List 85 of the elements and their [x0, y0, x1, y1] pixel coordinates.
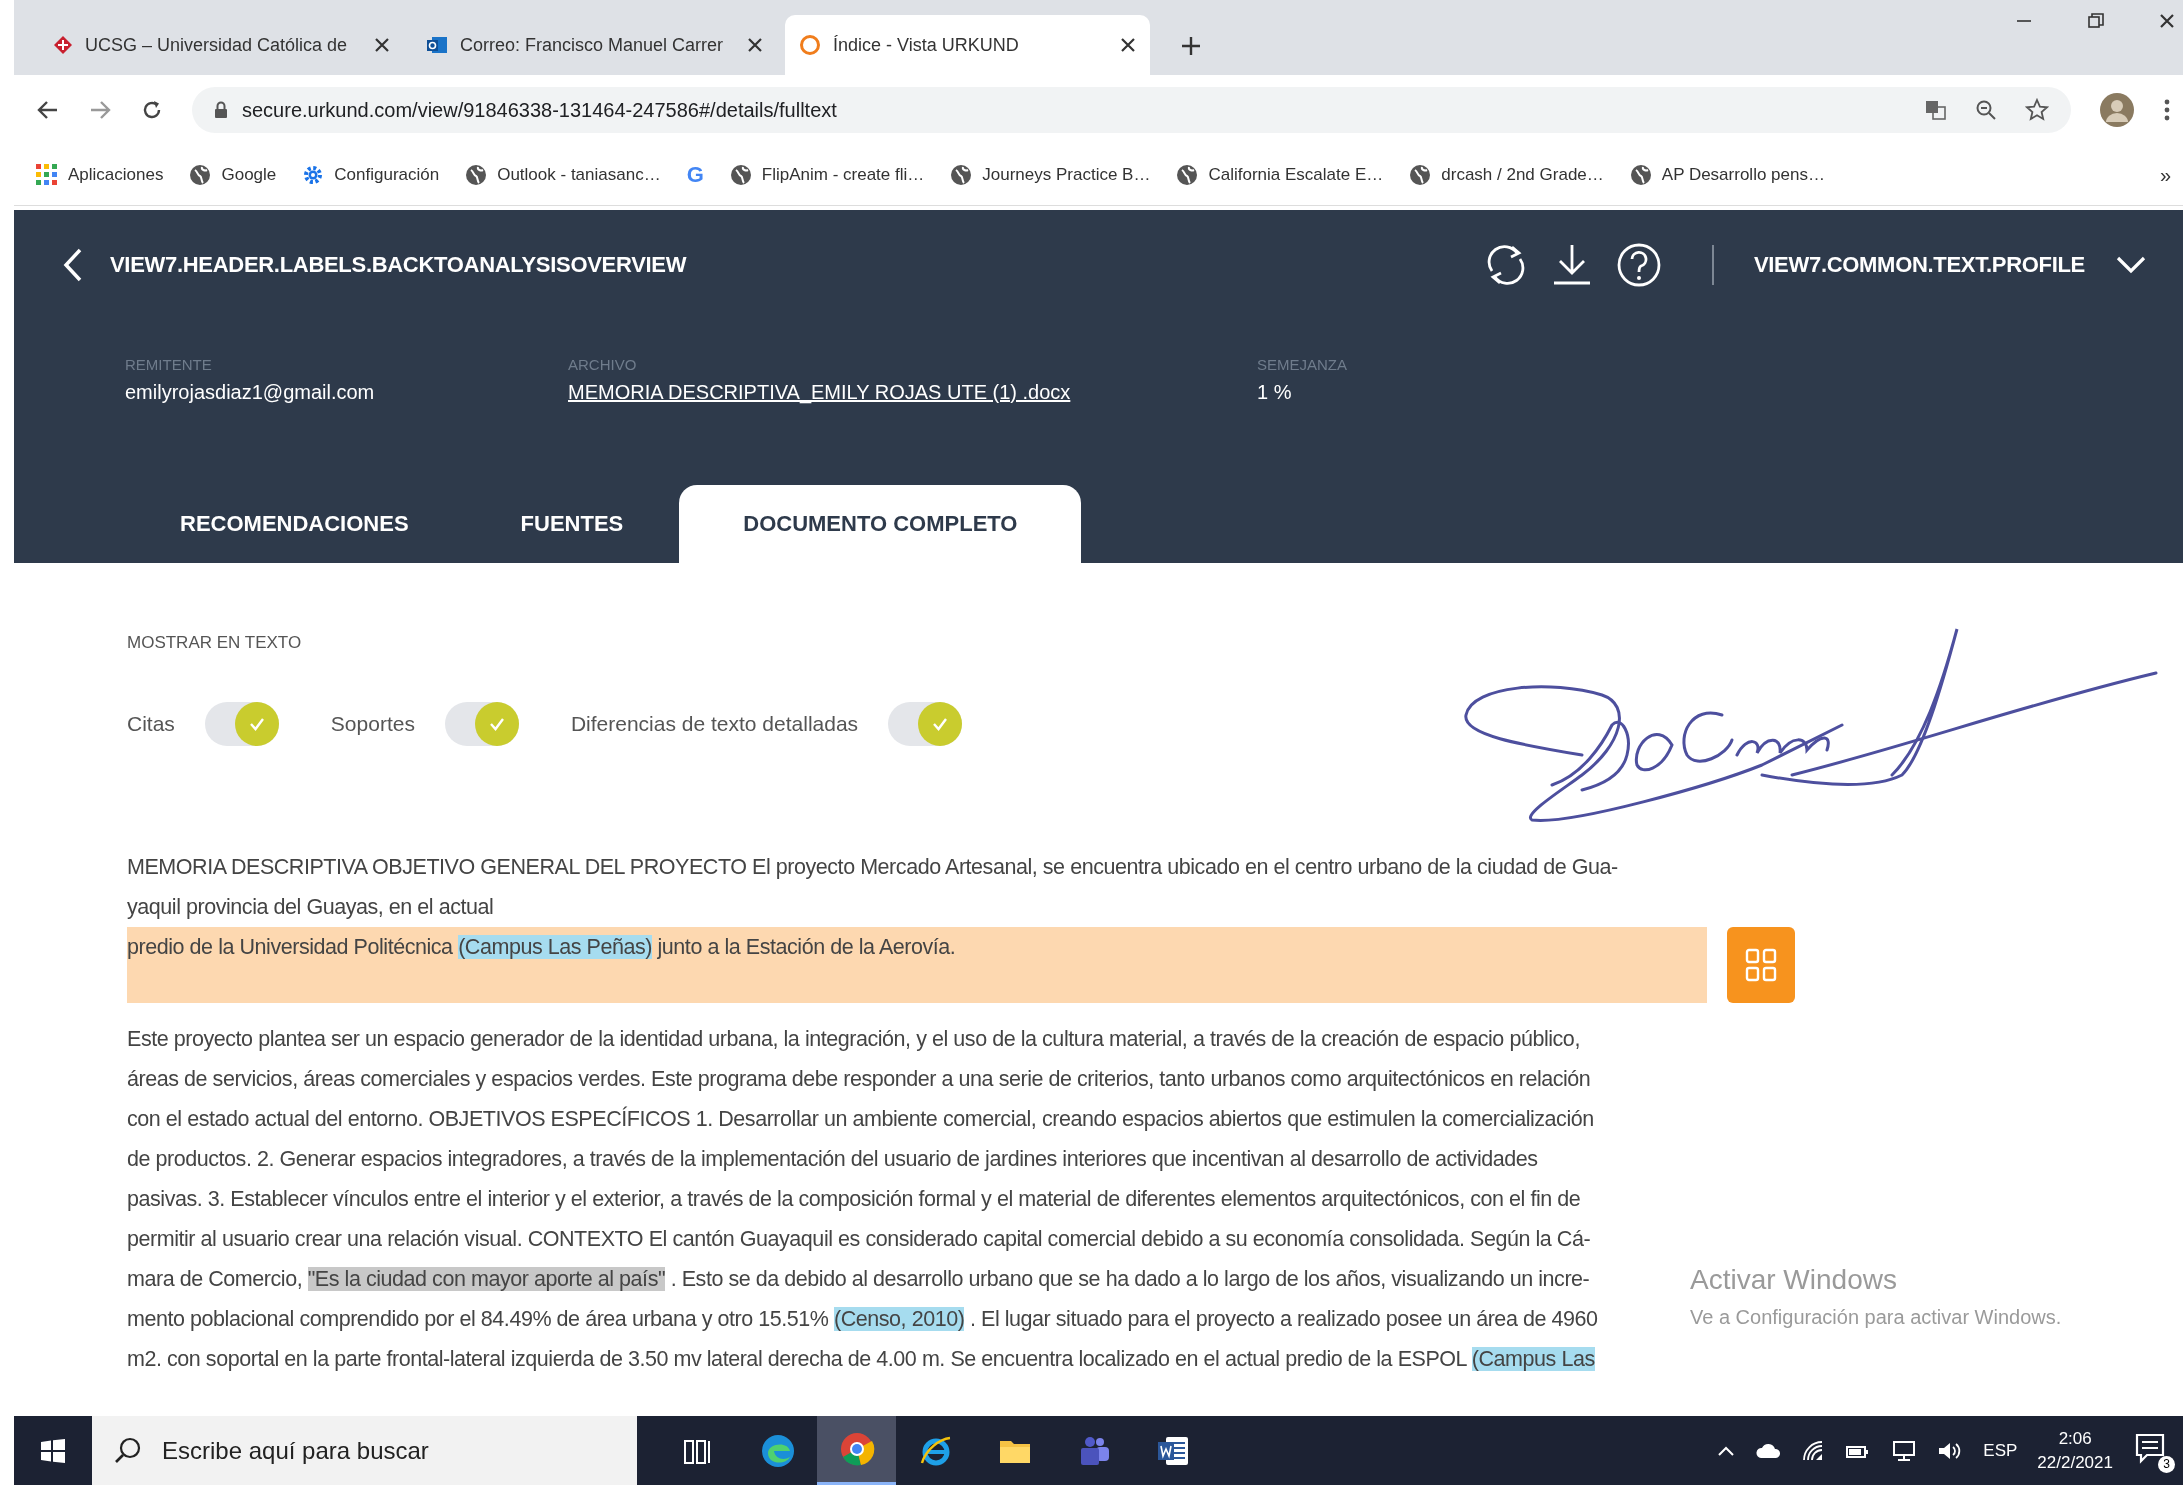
- document-text-line: Este proyecto plantea ser un espacio generador de la identidad urbana, la integración, y el uso de la cultura material, a través de la creación de espacio público,: [127, 1026, 1580, 1053]
- back-link[interactable]: VIEW7.HEADER.LABELS.BACKTOANALYSISOVERVIEW: [62, 247, 687, 283]
- document-text-line: mara de Comercio, "Es la ciudad con mayor aporte al país" . Esto se da debido al desarrollo urbano que se ha dado a lo largo de los años, visualizando un incre-: [127, 1266, 1590, 1293]
- bookmark[interactable]: Google: [189, 164, 277, 186]
- field-label: REMITENTE: [125, 356, 213, 373]
- help-icon[interactable]: [1615, 241, 1662, 289]
- document-text-line: m2. con soportal en la parte frontal-lateral izquierda de 3.50 mv lateral derecha de 4.00 m. Se encuentra localizado en el actual predio de la ESPOL (Campus Las: [127, 1346, 1595, 1373]
- menu-icon[interactable]: [2163, 98, 2171, 122]
- tab[interactable]: DOCUMENTO COMPLETO: [679, 485, 1082, 563]
- avatar-icon[interactable]: [2099, 92, 2135, 128]
- toggle-label: Soportes: [330, 712, 415, 736]
- monitor-icon[interactable]: [1891, 1438, 1918, 1463]
- browser-tab[interactable]: Índice - Vista URKUND: [785, 15, 1150, 75]
- document-text-line: pasivas. 3. Establecer vínculos entre el interior y el exterior, a través de la composición formal y el material de diferentes elementos arquitectónicos, con el fin de: [127, 1186, 1581, 1213]
- toggle-label: Citas: [127, 712, 175, 736]
- document-text-line: yaquil provincia del Guayas, en el actual: [127, 894, 494, 921]
- more-bookmarks-button[interactable]: »: [2159, 163, 2171, 187]
- globe-icon: [950, 164, 973, 186]
- document-text-line: MEMORIA DESCRIPTIVA OBJETIVO GENERAL DEL PROYECTO El proyecto Mercado Artesanal, se encuentra ubicado en el centro urbano de la ciudad de Gua-: [127, 854, 1618, 881]
- activation-message: Ve a Configuración para activar Windows.: [1690, 1306, 2062, 1329]
- restore-icon[interactable]: [2087, 12, 2105, 30]
- gear-icon: [302, 164, 325, 186]
- globe-icon: [729, 164, 752, 186]
- activation-title: Activar Windows: [1690, 1264, 1898, 1296]
- document-text-line: mento poblacional comprendido por el 84.49% de área urbana y otro 15.51% (Censo, 2010) . El lugar situado para el proyecto a realizado posee un área de 4960: [127, 1306, 1598, 1333]
- favicon-icon: [53, 35, 73, 55]
- field-value: emilyrojasdiaz1@gmail.com: [125, 381, 376, 404]
- browser-tab[interactable]: UCSG – Universidad Católica de: [39, 15, 404, 75]
- bookmark[interactable]: drcash / 2nd Grade…: [1409, 164, 1604, 186]
- apps-grid-icon: [36, 164, 58, 186]
- browser-tab[interactable]: Correo: Francisco Manuel Carrer: [412, 15, 777, 75]
- tab[interactable]: RECOMENDACIONES: [124, 485, 465, 563]
- globe-icon: [1629, 164, 1652, 186]
- close-icon[interactable]: [2159, 13, 2175, 29]
- new-tab-icon[interactable]: [1180, 35, 1202, 57]
- favicon-icon: [799, 34, 821, 56]
- bookmark[interactable]: California Escalate E…: [1176, 164, 1384, 186]
- bookmark[interactable]: G: [686, 162, 704, 188]
- bookmark[interactable]: Configuración: [302, 164, 440, 186]
- toggle-switch[interactable]: [204, 702, 279, 746]
- translate-icon[interactable]: [1925, 99, 1947, 121]
- toggle-switch[interactable]: [444, 702, 519, 746]
- profile-menu[interactable]: VIEW7.COMMON.TEXT.PROFILE: [1753, 252, 2147, 278]
- document-text-line: predio de la Universidad Politécnica (Campus Las Peñas) junto a la Estación de la Aerovía.: [127, 934, 956, 961]
- bookmark[interactable]: Outlook - taniasanc…: [465, 164, 661, 186]
- close-icon[interactable]: [374, 37, 390, 53]
- bookmark[interactable]: Journeys Practice B…: [950, 164, 1151, 186]
- bookmark[interactable]: Aplicaciones: [36, 164, 164, 186]
- lock-icon: [214, 101, 228, 119]
- document-text-line: con el estado actual del entorno. OBJETIVOS ESPECÍFICOS 1. Desarrollar un ambiente comercial, creando espacios abiertos que estimulen la comercialización: [127, 1105, 1594, 1133]
- zoom-icon[interactable]: [1975, 99, 1997, 121]
- document-text-line: áreas de servicios, áreas comerciales y espacios verdes. Este programa debe responder a una serie de criterios, tanto urbanos como arquitectónicos en relación: [127, 1066, 1591, 1093]
- document-text-line: de productos. 2. Generar espacios integradores, a través de la implementación del usuario de jardines interiores que incentivan al desarrollo de actividades: [127, 1146, 1538, 1173]
- field-label: SEMEJANZA: [1257, 356, 1347, 373]
- section-title: MOSTRAR EN TEXTO: [127, 632, 302, 653]
- close-icon[interactable]: [1120, 37, 1136, 53]
- caret-up-icon[interactable]: [1717, 1444, 1736, 1457]
- globe-icon: [465, 164, 488, 186]
- chevron-down-icon: [2115, 255, 2147, 275]
- clock[interactable]: 2:06 22/2/2021: [2037, 1426, 2113, 1475]
- browser-icon: [759, 1432, 796, 1469]
- field-label: ARCHIVO: [568, 356, 638, 373]
- favicon-icon: [426, 34, 448, 56]
- cloud-icon[interactable]: [1755, 1441, 1782, 1460]
- toggle-switch[interactable]: [888, 702, 963, 746]
- notification-count: 3: [2158, 1455, 2175, 1473]
- toggle-label: Diferencias de texto detalladas: [570, 712, 859, 736]
- bookmark[interactable]: FlipAnim - create fli…: [729, 164, 925, 186]
- field-value: 1 %: [1257, 381, 1293, 404]
- close-icon[interactable]: [747, 37, 763, 53]
- tab[interactable]: FUENTES: [464, 485, 680, 563]
- star-icon[interactable]: [2025, 98, 2049, 122]
- file-link[interactable]: MEMORIA DESCRIPTIVA_EMILY ROJAS UTE (1) .docx: [568, 381, 1257, 404]
- globe-icon: [189, 164, 212, 186]
- grid-icon: [1745, 948, 1777, 982]
- language-indicator[interactable]: ESP: [1983, 1440, 2018, 1461]
- bookmark[interactable]: AP Desarrollo pens…: [1629, 164, 1825, 186]
- globe-icon: [1176, 164, 1199, 186]
- address-bar[interactable]: secure.urkund.com/view/91846338-131464-247586#/details/fulltext: [192, 87, 2071, 133]
- globe-icon: [1409, 164, 1432, 186]
- browser-icon: [838, 1431, 875, 1467]
- windows-start-icon[interactable]: [40, 1437, 66, 1464]
- taskbar-search-field[interactable]: Escribe aquí para buscar: [92, 1416, 637, 1485]
- document-text-line: permitir al usuario crear una relación visual. CONTEXTO El cantón Guayaquil es considerado capital comercial debido a su economía consolidada. Según la Cá-: [127, 1226, 1591, 1253]
- chevron-left-icon: [62, 247, 84, 283]
